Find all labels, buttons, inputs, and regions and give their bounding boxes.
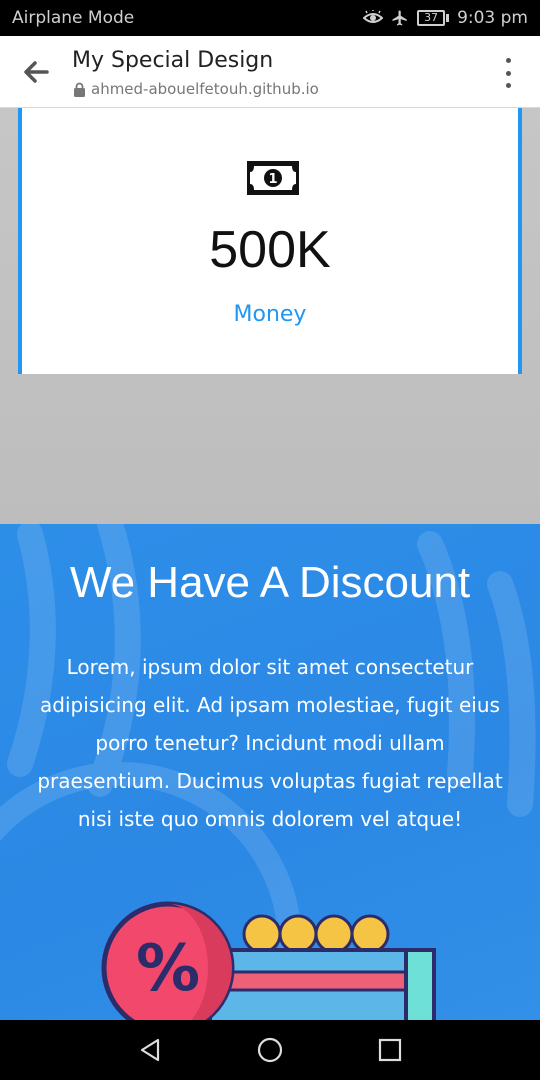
nav-home-button[interactable] (255, 1035, 285, 1065)
more-vert-icon[interactable] (500, 58, 516, 88)
status-bar: Airplane Mode 37 9:03 pm (0, 0, 540, 36)
battery-icon: 37 (417, 10, 450, 26)
nav-back-button[interactable] (135, 1035, 165, 1065)
status-icons: 37 9:03 pm (363, 8, 528, 28)
stat-card: 1 500K Money (18, 108, 522, 374)
eye-comfort-icon (363, 10, 384, 23)
back-button[interactable] (18, 54, 54, 90)
nav-back-icon (140, 1038, 160, 1062)
lock-icon (74, 82, 85, 97)
svg-text:%: % (136, 932, 200, 1006)
nav-home-icon (257, 1037, 283, 1063)
url-text: ahmed-abouelfetouh.github.io (91, 80, 319, 98)
system-nav-bar (0, 1020, 540, 1080)
page-content: 1 500K Money We Have A Discount Lorem, i… (0, 108, 540, 1020)
browser-toolbar: My Special Design ahmed-abouelfetouh.git… (0, 36, 540, 108)
battery-level: 37 (417, 10, 446, 26)
money-bill-icon: 1 (247, 161, 299, 195)
airplane-icon (392, 10, 407, 26)
stat-label: Money (233, 302, 307, 327)
nav-recents-icon (378, 1038, 402, 1062)
stat-value: 500K (209, 221, 331, 279)
svg-text:1: 1 (268, 172, 277, 187)
status-carrier-text: Airplane Mode (12, 8, 135, 28)
url-bar[interactable]: ahmed-abouelfetouh.github.io (73, 80, 319, 98)
discount-illustration: % (101, 901, 436, 1020)
nav-recents-button[interactable] (375, 1035, 405, 1065)
discount-text: Lorem, ipsum dolor sit amet consectetur … (37, 655, 503, 831)
discount-title: We Have A Discount (69, 558, 471, 607)
stats-section: 1 500K Money (0, 108, 540, 524)
back-arrow-icon (24, 61, 49, 83)
discount-section: We Have A Discount Lorem, ipsum dolor si… (0, 524, 540, 1020)
page-title: My Special Design (72, 48, 274, 73)
status-time: 9:03 pm (457, 8, 528, 28)
